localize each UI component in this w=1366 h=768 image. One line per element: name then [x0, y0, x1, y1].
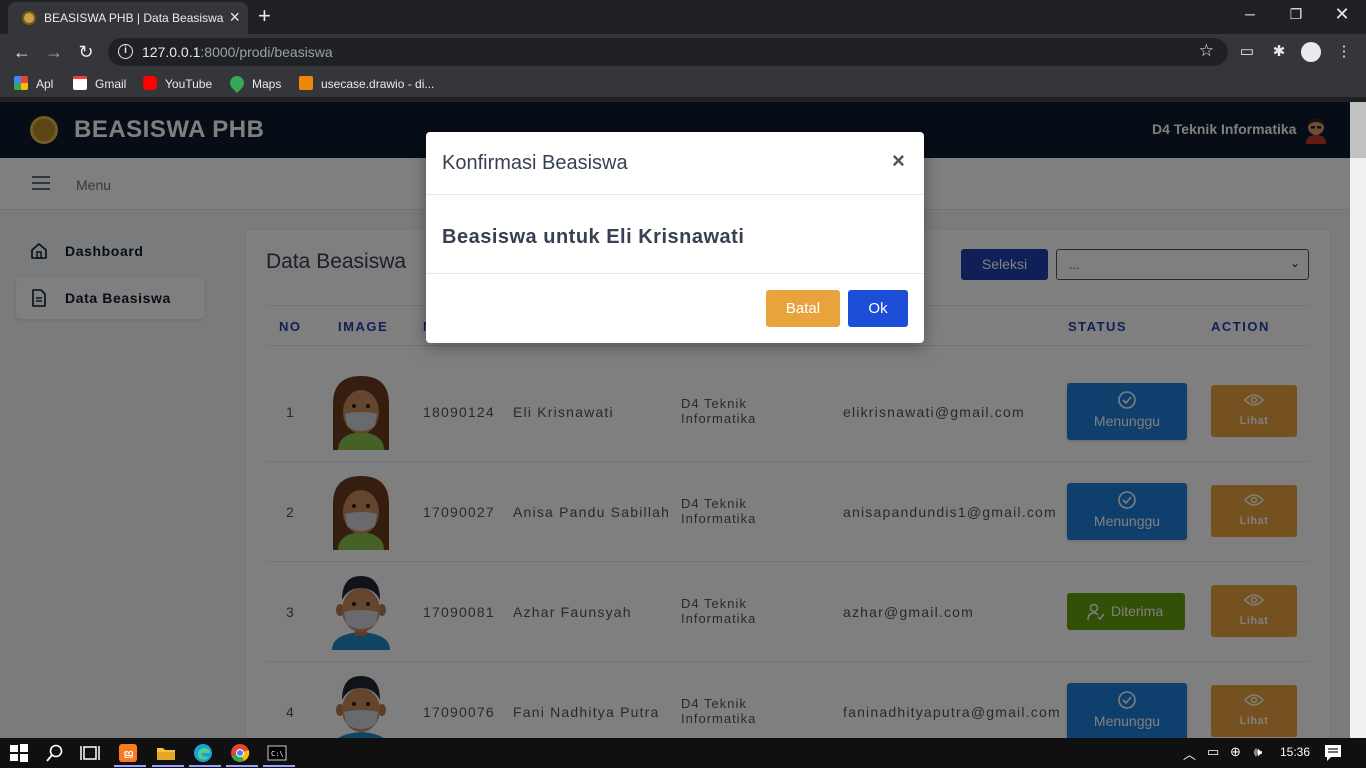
browser-tab-bar: BEASISWA PHB | Data Beasiswa × + ─ ❐ ✕	[0, 0, 1366, 34]
modal-divider	[426, 194, 924, 195]
file-explorer-icon[interactable]	[156, 743, 176, 763]
svg-text:C:\: C:\	[271, 750, 284, 758]
maps-pin-icon	[227, 73, 247, 93]
command-prompt-icon[interactable]: C:\	[267, 743, 287, 763]
modal-divider	[426, 273, 924, 274]
bookmark-star-icon[interactable]: ☆	[1199, 41, 1214, 61]
tab-title: BEASISWA PHB | Data Beasiswa	[44, 11, 224, 25]
clock[interactable]: 15:36	[1280, 745, 1310, 759]
drawio-icon	[299, 76, 313, 90]
notifications-icon[interactable]	[1324, 744, 1342, 762]
close-tab-icon[interactable]: ×	[229, 7, 240, 27]
windows-start-icon[interactable]	[9, 743, 29, 763]
cancel-button[interactable]: Batal	[766, 290, 840, 327]
battery-icon[interactable]: ▭	[1207, 744, 1219, 760]
bookmark-maps[interactable]: Maps	[227, 73, 281, 93]
app-running-indicator	[263, 765, 295, 767]
ok-button[interactable]: Ok	[848, 290, 908, 327]
close-icon[interactable]: ×	[892, 148, 905, 174]
extensions-icon[interactable]: ✱	[1269, 42, 1289, 62]
cast-icon[interactable]: ▭	[1237, 42, 1257, 62]
svg-text:ജ: ജ	[123, 747, 134, 761]
page-viewport: BEASISWA PHB D4 Teknik Informatika Menu …	[0, 102, 1366, 738]
search-icon[interactable]	[45, 743, 65, 763]
scrollbar-thumb[interactable]	[1350, 102, 1366, 158]
new-tab-icon[interactable]: +	[258, 4, 271, 28]
bookmark-apps[interactable]: Apl	[14, 76, 53, 91]
edge-icon[interactable]	[193, 743, 213, 763]
confirm-modal: Konfirmasi Beasiswa × Beasiswa untuk Eli…	[426, 132, 924, 343]
task-view-icon[interactable]	[80, 743, 100, 763]
modal-title: Konfirmasi Beasiswa	[442, 152, 628, 174]
modal-message: Beasiswa untuk Eli Krisnawati	[442, 226, 745, 248]
app-running-indicator	[226, 765, 258, 767]
bookmark-youtube[interactable]: YouTube	[143, 76, 212, 91]
xampp-icon[interactable]: ജ	[118, 743, 138, 763]
address-bar[interactable]: i 127.0.0.1:8000/prodi/beasiswa ☆	[108, 38, 1228, 66]
app-running-indicator	[114, 765, 146, 767]
chevron-up-icon[interactable]: ︿	[1183, 744, 1196, 763]
browser-tab[interactable]: BEASISWA PHB | Data Beasiswa ×	[8, 2, 248, 34]
bookmark-gmail[interactable]: Gmail	[73, 76, 126, 91]
bookmarks-bar: Apl Gmail YouTube Maps usecase.drawio - …	[0, 70, 1366, 98]
restore-icon[interactable]: ❐	[1276, 4, 1316, 26]
network-globe-icon[interactable]: ⊕	[1230, 744, 1241, 760]
apps-grid-icon	[14, 76, 28, 90]
back-icon[interactable]: ←	[10, 41, 34, 63]
volume-icon[interactable]: 🕪	[1254, 744, 1262, 760]
minimize-icon[interactable]: ─	[1230, 4, 1270, 26]
close-window-icon[interactable]: ✕	[1322, 4, 1362, 26]
profile-avatar[interactable]	[1301, 42, 1321, 62]
reload-icon[interactable]: ↻	[74, 41, 98, 63]
gmail-icon	[73, 76, 87, 90]
site-info-icon[interactable]: i	[118, 44, 133, 59]
app-running-indicator	[152, 765, 184, 767]
site-favicon-icon	[22, 11, 36, 25]
app-running-indicator	[189, 765, 221, 767]
os-taskbar: ജ C:\ ︿ ▭ ⊕ 🕪 15:36	[0, 738, 1366, 768]
scrollbar[interactable]	[1350, 102, 1366, 738]
url-text: 127.0.0.1:8000/prodi/beasiswa	[142, 44, 333, 60]
bookmark-drawio[interactable]: usecase.drawio - di...	[299, 76, 434, 91]
youtube-icon	[143, 76, 157, 90]
forward-icon[interactable]: →	[42, 41, 66, 63]
chrome-icon[interactable]	[230, 743, 250, 763]
menu-kebab-icon[interactable]: ⋮	[1334, 42, 1354, 62]
browser-toolbar: ← → ↻ i 127.0.0.1:8000/prodi/beasiswa ☆ …	[0, 34, 1366, 70]
